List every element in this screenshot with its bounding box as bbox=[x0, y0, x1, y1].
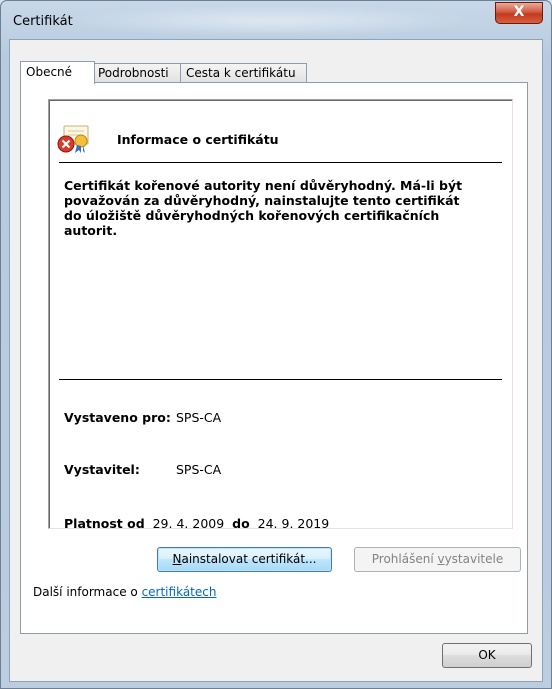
close-button[interactable]: X bbox=[495, 2, 543, 24]
issued-to-label: Vystaveno pro: bbox=[64, 410, 171, 425]
certificates-link[interactable]: certifikátech bbox=[142, 585, 217, 599]
valid-to-label: do bbox=[232, 516, 250, 531]
issued-to-value: SPS-CA bbox=[176, 410, 222, 425]
tab-panel-general: Informace o certifikátu Certifikát kořen… bbox=[20, 82, 528, 634]
valid-from-value: 29. 4. 2009 bbox=[152, 516, 225, 531]
close-icon: X bbox=[513, 4, 525, 20]
certificate-error-icon bbox=[57, 125, 89, 153]
certificate-info-box: Informace o certifikátu Certifikát kořen… bbox=[48, 99, 513, 531]
tab-details[interactable]: Podrobnosti bbox=[92, 63, 182, 83]
issuer-label: Vystavitel: bbox=[64, 462, 140, 477]
info-heading: Informace o certifikátu bbox=[117, 132, 279, 147]
install-certificate-button[interactable]: Nainstalovat certifikát... bbox=[157, 547, 332, 572]
trust-warning-message: Certifikát kořenové autority není důvěry… bbox=[64, 178, 463, 238]
issued-to-row: Vystaveno pro: SPS-CA bbox=[64, 410, 221, 425]
issuer-row: Vystavitel: SPS-CA bbox=[64, 462, 221, 477]
validity-row: Platnost od 29. 4. 2009 do 24. 9. 2019 bbox=[64, 516, 329, 531]
valid-from-label: Platnost od bbox=[64, 516, 145, 531]
divider bbox=[59, 379, 502, 380]
ok-button[interactable]: OK bbox=[442, 643, 532, 668]
tab-certification-path[interactable]: Cesta k certifikátu bbox=[180, 63, 307, 83]
title-bar[interactable]: Certifikát X bbox=[1, 1, 551, 41]
tab-general[interactable]: Obecné bbox=[20, 61, 95, 84]
window-title: Certifikát bbox=[13, 14, 73, 29]
valid-to-value: 24. 9. 2019 bbox=[257, 516, 330, 531]
divider bbox=[59, 162, 502, 163]
issuer-value: SPS-CA bbox=[176, 462, 222, 477]
issuer-statement-button[interactable]: Prohlášení vystavitele bbox=[354, 547, 521, 572]
more-info-text: Další informace o certifikátech bbox=[33, 585, 217, 599]
dialog-body: Obecné Podrobnosti Cesta k certifikátu I… bbox=[9, 39, 543, 682]
certificate-dialog: Certifikát X Obecné Podrobnosti Cesta k … bbox=[0, 0, 552, 689]
